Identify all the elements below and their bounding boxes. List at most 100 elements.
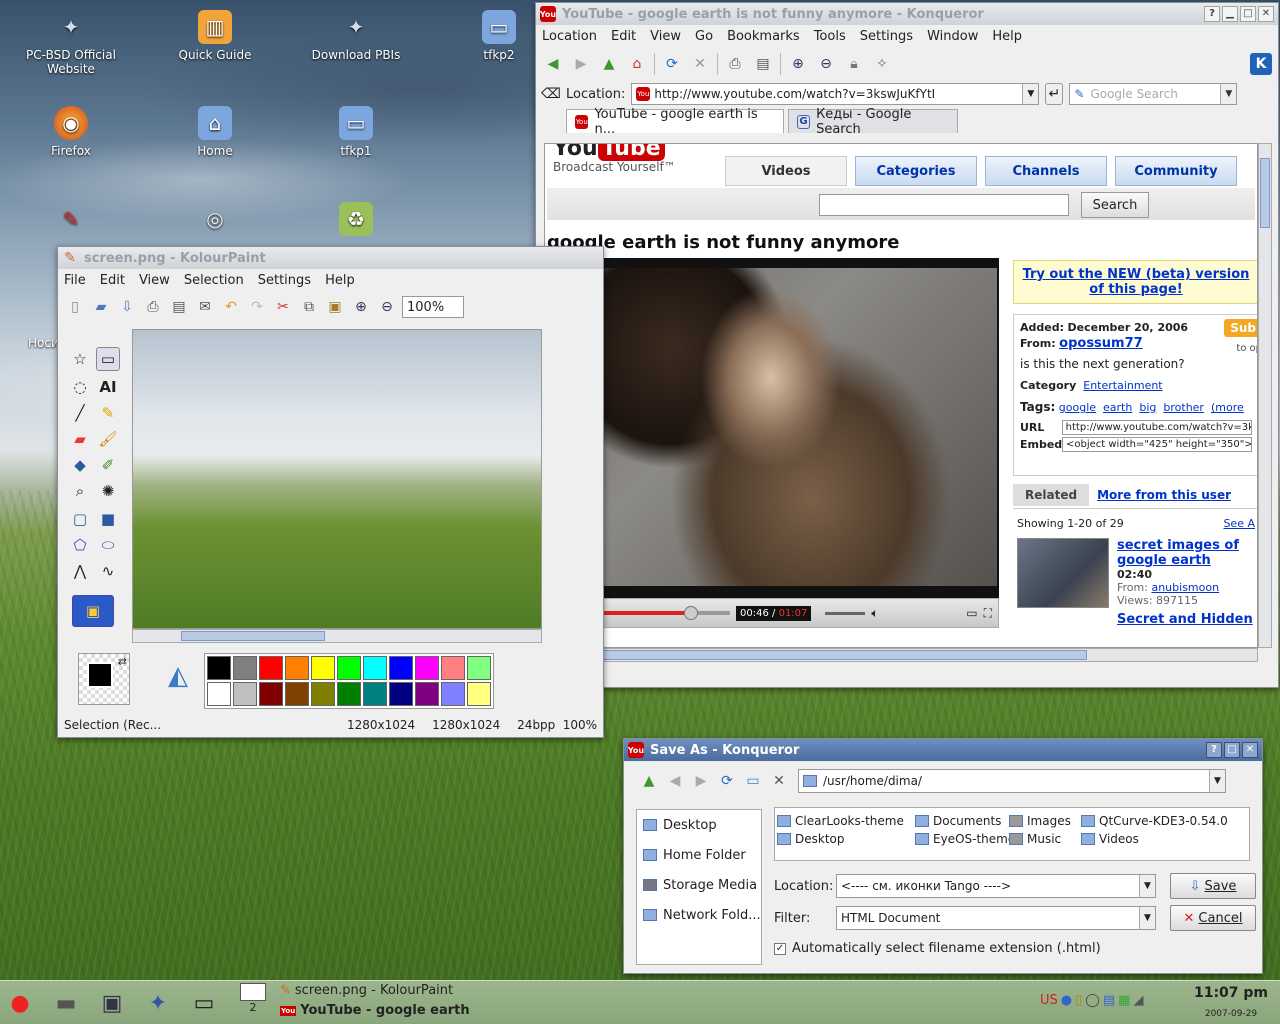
- zoom-tool-icon[interactable]: ⌕: [68, 479, 92, 503]
- related-thumbnail[interactable]: [1017, 538, 1109, 608]
- cut-icon[interactable]: ✂: [272, 296, 294, 318]
- related-next-link[interactable]: Secret and Hidden: [1117, 612, 1255, 627]
- menu-view[interactable]: View: [139, 273, 170, 288]
- save-icon[interactable]: ⇩: [116, 296, 138, 318]
- menu-file[interactable]: File: [64, 273, 86, 288]
- maximize-button[interactable]: □: [1224, 742, 1240, 758]
- filter-select[interactable]: HTML Document ▼: [836, 906, 1156, 930]
- redo-icon[interactable]: ↷: [246, 296, 268, 318]
- video-player[interactable]: [549, 258, 999, 598]
- menu-help[interactable]: Help: [325, 273, 355, 288]
- place-storage[interactable]: Storage Media: [637, 870, 761, 900]
- forward-icon[interactable]: ▶: [690, 770, 712, 792]
- menu-edit[interactable]: Edit: [611, 29, 636, 44]
- dialog-titlebar[interactable]: You Save As - Konqueror ? □ ✕: [624, 739, 1262, 761]
- palette-swatch[interactable]: [285, 656, 309, 680]
- fill-icon[interactable]: ◆: [68, 453, 92, 477]
- palette-swatch[interactable]: [415, 682, 439, 706]
- palette-swatch[interactable]: [441, 656, 465, 680]
- print-icon[interactable]: ⎙: [142, 296, 164, 318]
- print-preview-icon[interactable]: ▤: [752, 53, 774, 75]
- brush-icon[interactable]: 🖌︎: [96, 427, 120, 451]
- youtube-logo[interactable]: You Tube: [553, 144, 665, 161]
- chevron-down-icon[interactable]: ▼: [1209, 770, 1225, 792]
- menu-selection[interactable]: Selection: [184, 273, 244, 288]
- clear-location-icon[interactable]: ⌫: [541, 83, 561, 105]
- rounded-rect-icon[interactable]: ▢: [68, 507, 92, 531]
- file-item[interactable]: Videos: [1081, 830, 1231, 848]
- desktop-icon-disc[interactable]: ◎: [160, 202, 270, 244]
- close-button[interactable]: ✕: [1242, 742, 1258, 758]
- menu-settings[interactable]: Settings: [860, 29, 913, 44]
- chevron-down-icon[interactable]: ▼: [1139, 907, 1155, 929]
- minimize-button[interactable]: ▁: [1222, 6, 1238, 22]
- menu-help[interactable]: Help: [992, 29, 1022, 44]
- fullscreen-icon[interactable]: ⛶: [984, 606, 992, 621]
- beta-promo-link[interactable]: Try out the NEW (beta) version of this p…: [1023, 267, 1250, 297]
- cancel-button[interactable]: ✕ Cancel: [1170, 905, 1256, 931]
- tag-link[interactable]: big: [1139, 401, 1156, 414]
- horizontal-scrollbar[interactable]: [132, 629, 542, 643]
- palette-swatch[interactable]: [467, 682, 491, 706]
- related-item[interactable]: secret images of google earth 02:40 From…: [1017, 538, 1255, 608]
- menu-location[interactable]: Location: [542, 29, 597, 44]
- start-menu-icon[interactable]: ●: [2, 985, 38, 1021]
- related-title-link[interactable]: secret images of google earth: [1117, 538, 1241, 568]
- eraser-icon[interactable]: ▰: [68, 427, 92, 451]
- close-button[interactable]: ✕: [1258, 6, 1274, 22]
- palette-swatch[interactable]: [389, 682, 413, 706]
- reload-icon[interactable]: ⟳: [716, 770, 738, 792]
- vertical-scrollbar[interactable]: [1258, 143, 1272, 648]
- reload-icon[interactable]: ⟳: [661, 53, 683, 75]
- polyline-icon[interactable]: ⋀: [68, 559, 92, 583]
- youtube-search-input[interactable]: [819, 194, 1069, 216]
- auto-extension-checkbox[interactable]: ✓: [774, 942, 786, 955]
- palette-swatch[interactable]: [233, 682, 257, 706]
- file-item[interactable]: Music: [1009, 830, 1079, 848]
- desktop-icon-kpaint[interactable]: ✎: [16, 202, 126, 244]
- up-icon[interactable]: ▲: [598, 53, 620, 75]
- chevron-down-icon[interactable]: ▼: [1139, 875, 1155, 897]
- maximize-button[interactable]: □: [1240, 6, 1256, 22]
- kde-icon[interactable]: K: [1250, 53, 1272, 75]
- desktop-pager[interactable]: 2: [238, 983, 268, 1023]
- transparency-icon[interactable]: ◭: [168, 661, 188, 691]
- line-tool-icon[interactable]: ╱: [68, 401, 92, 425]
- palette-swatch[interactable]: [259, 656, 283, 680]
- palette-swatch[interactable]: [311, 682, 335, 706]
- nav-community[interactable]: Community: [1115, 156, 1237, 186]
- nav-videos[interactable]: Videos: [725, 156, 847, 186]
- curve-icon[interactable]: ∿: [96, 559, 120, 583]
- desktop-icon-trash[interactable]: ♻: [301, 202, 411, 244]
- path-combo[interactable]: /usr/home/dima/ ▼: [798, 769, 1226, 793]
- open-icon[interactable]: ▰: [90, 296, 112, 318]
- palette-swatch[interactable]: [207, 682, 231, 706]
- zoom-out-icon[interactable]: ⊖: [815, 53, 837, 75]
- paste-icon[interactable]: ▣: [324, 296, 346, 318]
- scrollbar-thumb[interactable]: [181, 631, 325, 641]
- help-button[interactable]: ?: [1206, 742, 1222, 758]
- monitor-icon[interactable]: ◯: [1085, 993, 1100, 1008]
- menu-window[interactable]: Window: [927, 29, 978, 44]
- keyboard-layout-icon[interactable]: US: [1040, 993, 1058, 1008]
- category-link[interactable]: Entertainment: [1083, 379, 1162, 392]
- tag-link[interactable]: brother: [1163, 401, 1204, 414]
- clock[interactable]: 11:07 pm 2007-09-29: [1186, 985, 1276, 1019]
- palette-swatch[interactable]: [467, 656, 491, 680]
- desktop-icon-home[interactable]: ⌂ Home: [160, 106, 270, 158]
- palette-swatch[interactable]: [207, 656, 231, 680]
- google-search-input[interactable]: ✎ Google Search ▼: [1069, 83, 1238, 105]
- palette-swatch[interactable]: [363, 682, 387, 706]
- show-desktop-icon[interactable]: ▬: [48, 985, 84, 1021]
- palette-swatch[interactable]: [233, 656, 257, 680]
- swap-colors-icon[interactable]: ⇄: [118, 655, 127, 668]
- from-user-link[interactable]: opossum77: [1059, 336, 1143, 351]
- mail-icon[interactable]: ✉: [194, 296, 216, 318]
- tab-google[interactable]: G Кеды - Google Search: [788, 107, 958, 137]
- ellipse-icon[interactable]: ⬭: [96, 533, 120, 557]
- print-icon[interactable]: ⎙: [724, 53, 746, 75]
- zoom-select[interactable]: 100%: [402, 296, 464, 318]
- tag-link[interactable]: google: [1059, 401, 1096, 414]
- wizard-icon[interactable]: ✧: [871, 53, 893, 75]
- palette-swatch[interactable]: [389, 656, 413, 680]
